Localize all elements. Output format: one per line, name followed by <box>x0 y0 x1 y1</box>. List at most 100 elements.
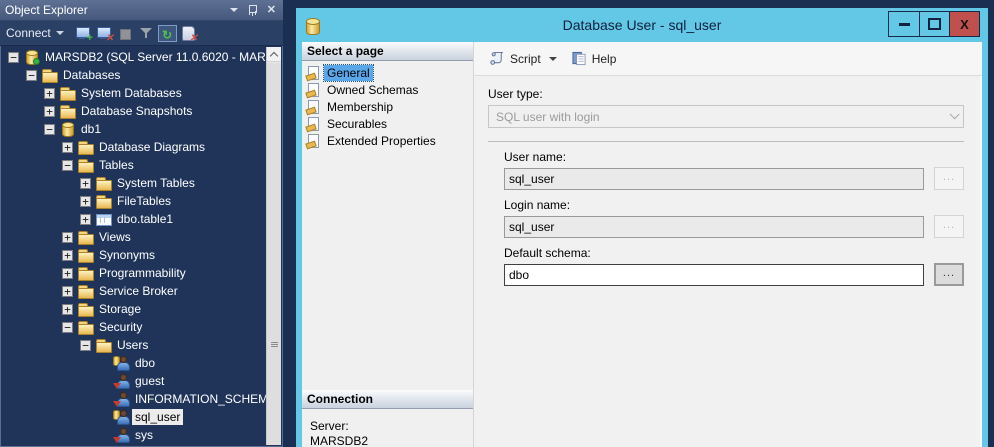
database-mini-icon <box>113 410 120 420</box>
login-name-label: Login name: <box>504 198 964 212</box>
maximize-button[interactable] <box>919 12 949 36</box>
folder-icon <box>59 85 75 101</box>
scroll-up-icon[interactable] <box>267 47 281 62</box>
form-separator <box>488 141 964 142</box>
close-button[interactable]: X <box>949 12 979 36</box>
select-a-page-list: GeneralOwned SchemasMembershipSecurables… <box>302 61 473 152</box>
tree-item-synonyms[interactable]: +Synonyms <box>2 246 266 264</box>
select-a-page-header: Select a page <box>302 42 473 61</box>
page-item-label: Securables <box>324 116 390 132</box>
expand-box-icon[interactable]: + <box>62 250 73 261</box>
tree-item-label: Databases <box>60 67 123 83</box>
chevron-down-icon[interactable] <box>549 57 557 61</box>
expand-box-icon[interactable]: + <box>62 232 73 243</box>
page-item-label: Extended Properties <box>324 133 439 149</box>
tree-item-programmability[interactable]: + Programmability <box>2 264 266 282</box>
tree-item-dbo-table1[interactable]: +dbo.table1 <box>2 210 266 228</box>
pin-icon[interactable] <box>247 4 258 17</box>
tree-item-tables[interactable]: − Tables <box>2 156 266 174</box>
tree-item-db1[interactable]: −db1 <box>2 120 266 138</box>
expand-box-icon[interactable]: + <box>62 142 73 153</box>
expand-box-icon[interactable]: + <box>44 88 55 99</box>
expand-box-icon[interactable]: + <box>44 106 55 117</box>
tree-item-system-databases[interactable]: +System Databases <box>2 84 266 102</box>
tree-item-label: Users <box>114 337 151 353</box>
user-db-icon <box>113 355 129 371</box>
database-icon <box>59 121 75 137</box>
script-button[interactable]: Script <box>484 48 562 69</box>
user-name-label: User name: <box>504 150 964 164</box>
minimize-button[interactable] <box>889 12 919 36</box>
tree-item-label: guest <box>132 373 167 389</box>
refresh-icon[interactable]: ↻ <box>158 25 177 42</box>
tree-item-views[interactable]: +Views <box>2 228 266 246</box>
close-icon[interactable]: ✕ <box>267 5 276 16</box>
window-position-icon[interactable] <box>230 8 238 12</box>
login-name-field <box>504 216 924 238</box>
main-pane: Script Help <box>474 42 982 447</box>
default-schema-browse-button[interactable]: ... <box>934 263 964 286</box>
expand-box-icon[interactable]: + <box>62 286 73 297</box>
folder-icon <box>59 103 75 119</box>
disconnect-server-icon[interactable]: ✕ <box>95 25 114 42</box>
dialog-titlebar[interactable]: Database User - sql_user X <box>302 8 982 42</box>
tree-item-label: dbo <box>132 355 158 371</box>
blocked-arrow-icon <box>113 383 121 389</box>
filter-icon <box>137 25 156 42</box>
tree-item-marsdb2-sql-server-11-0-6020-m[interactable]: −MARSDB2 (SQL Server 11.0.6020 - MARSD <box>2 48 266 66</box>
tree-item-sys[interactable]: sys <box>2 426 266 444</box>
tree-item-label: Storage <box>96 301 144 317</box>
blocked-arrow-icon <box>113 437 121 443</box>
collapse-box-icon[interactable]: − <box>8 52 19 63</box>
script-error-icon[interactable]: ✕ <box>179 25 198 42</box>
tree-item-label: Security <box>96 319 145 335</box>
expand-box-icon[interactable]: + <box>62 268 73 279</box>
folder-icon <box>95 193 111 209</box>
folder-icon <box>95 337 111 353</box>
expand-box-icon[interactable]: + <box>80 178 91 189</box>
tree-item-database-diagrams[interactable]: +Database Diagrams <box>2 138 266 156</box>
tree-item-label: Tables <box>96 157 137 173</box>
page-item-securables[interactable]: Securables <box>304 115 471 132</box>
expand-box-icon[interactable]: + <box>62 304 73 315</box>
user-type-value: SQL user with login <box>496 110 949 124</box>
tree-item-users[interactable]: − Users <box>2 336 266 354</box>
tree-item-security[interactable]: − Security <box>2 318 266 336</box>
connection-section: Connection Server: MARSDB2 Connection: <box>302 390 473 447</box>
tree-item-storage[interactable]: + Storage <box>2 300 266 318</box>
expand-box-icon[interactable]: + <box>80 196 91 207</box>
tree-item-label: Programmability <box>96 265 189 281</box>
tree-item-information-schema[interactable]: INFORMATION_SCHEMA <box>2 390 266 408</box>
default-schema-field[interactable] <box>504 264 924 286</box>
object-explorer-panel: Object Explorer ✕ Connect + ✕ ↻ ✕ −MARSD… <box>0 0 283 447</box>
page-icon <box>306 100 321 114</box>
scrollbar-thumb[interactable] <box>267 63 281 445</box>
folder-icon <box>77 265 93 281</box>
tree-item-dbo[interactable]: dbo <box>2 354 266 372</box>
page-item-extended-properties[interactable]: Extended Properties <box>304 132 471 149</box>
collapse-box-icon[interactable]: − <box>44 124 55 135</box>
page-icon <box>306 83 321 97</box>
stop-icon <box>116 25 135 42</box>
tree-item-database-snapshots[interactable]: +Database Snapshots <box>2 102 266 120</box>
tree-item-databases[interactable]: − Databases <box>2 66 266 84</box>
connect-button[interactable]: Connect <box>6 26 64 40</box>
tree-item-filetables[interactable]: +FileTables <box>2 192 266 210</box>
tree-item-service-broker[interactable]: +Service Broker <box>2 282 266 300</box>
collapse-box-icon[interactable]: − <box>26 70 37 81</box>
page-icon <box>306 117 321 131</box>
tree-scrollbar[interactable] <box>266 47 281 445</box>
collapse-box-icon[interactable]: − <box>62 322 73 333</box>
tree-item-system-tables[interactable]: + System Tables <box>2 174 266 192</box>
page-item-general[interactable]: General <box>304 64 471 81</box>
tree-item-sql-user[interactable]: sql_user <box>2 408 266 426</box>
help-button[interactable]: Help <box>566 48 622 69</box>
tree-item-guest[interactable]: guest <box>2 372 266 390</box>
collapse-box-icon[interactable]: − <box>62 160 73 171</box>
expand-box-icon[interactable]: + <box>80 214 91 225</box>
page-item-membership[interactable]: Membership <box>304 98 471 115</box>
tree-item-label: System Tables <box>114 175 198 191</box>
connect-server-icon[interactable]: + <box>74 25 93 42</box>
collapse-box-icon[interactable]: − <box>80 340 91 351</box>
page-item-owned-schemas[interactable]: Owned Schemas <box>304 81 471 98</box>
